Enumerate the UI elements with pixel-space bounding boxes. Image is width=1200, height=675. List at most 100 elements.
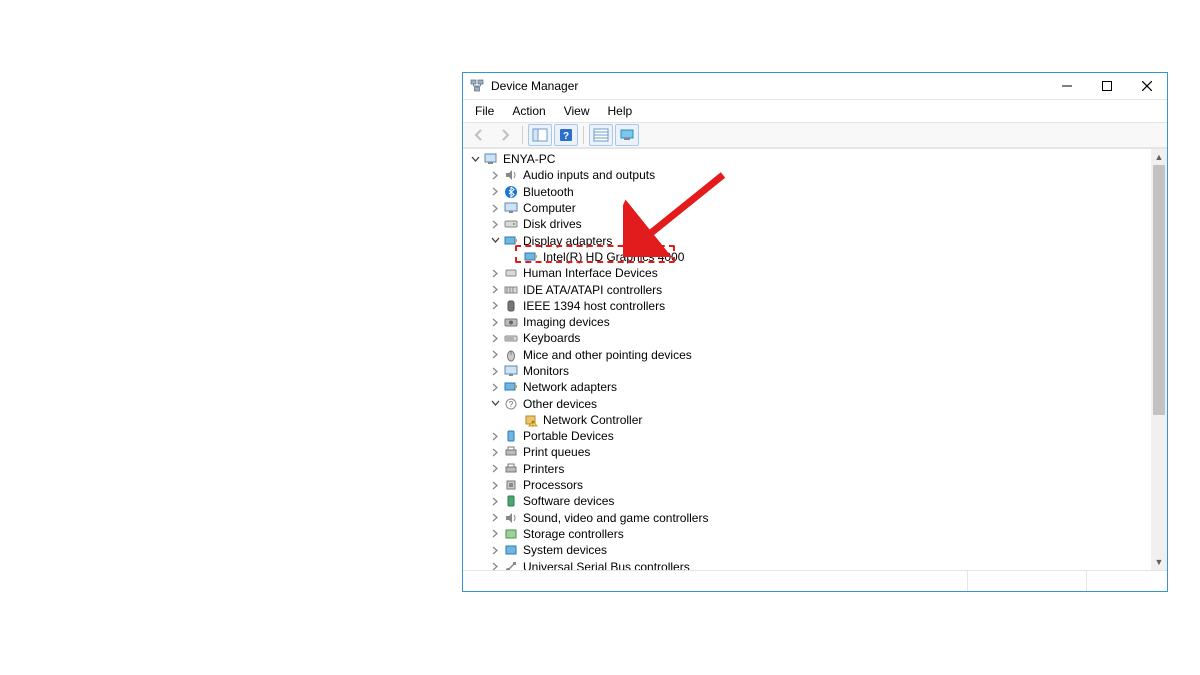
tree-item-processors[interactable]: Processors — [463, 477, 1151, 493]
tree-item-hid[interactable]: Human Interface Devices — [463, 265, 1151, 281]
chevron-right-icon[interactable] — [489, 495, 501, 507]
chevron-right-icon[interactable] — [489, 512, 501, 524]
chevron-right-icon[interactable] — [489, 202, 501, 214]
tree-item-portable-devices[interactable]: Portable Devices — [463, 428, 1151, 444]
tree-item-mice[interactable]: Mice and other pointing devices — [463, 347, 1151, 363]
chevron-right-icon[interactable] — [489, 381, 501, 393]
menu-file[interactable]: File — [467, 102, 502, 120]
chevron-right-icon[interactable] — [489, 544, 501, 556]
scan-hardware-button[interactable] — [615, 124, 639, 146]
tree-item-display-adapters[interactable]: Display adapters — [463, 232, 1151, 248]
warning-device-icon: ! — [523, 412, 539, 428]
tree-item-print-queues[interactable]: Print queues — [463, 444, 1151, 460]
window-controls — [1047, 73, 1167, 99]
close-button[interactable] — [1127, 73, 1167, 99]
chevron-right-icon[interactable] — [489, 218, 501, 230]
chevron-right-icon[interactable] — [489, 332, 501, 344]
tree-item-label: Other devices — [523, 397, 597, 411]
tree-item-disk-drives[interactable]: Disk drives — [463, 216, 1151, 232]
back-button[interactable] — [467, 124, 491, 146]
chevron-right-icon[interactable] — [489, 561, 501, 570]
tree-item-imaging[interactable]: Imaging devices — [463, 314, 1151, 330]
chevron-right-icon[interactable] — [489, 463, 501, 475]
tree-item-label: System devices — [523, 543, 607, 557]
status-cell — [968, 571, 1087, 591]
tree-item-label: Disk drives — [523, 217, 582, 231]
tree-item-computer[interactable]: Computer — [463, 200, 1151, 216]
tree-item-software-devices[interactable]: Software devices — [463, 493, 1151, 509]
tree-item-keyboards[interactable]: Keyboards — [463, 330, 1151, 346]
scroll-down-button[interactable]: ▼ — [1151, 554, 1167, 570]
chevron-right-icon[interactable] — [489, 284, 501, 296]
chevron-right-icon[interactable] — [489, 365, 501, 377]
tree-item-ide[interactable]: IDE ATA/ATAPI controllers — [463, 281, 1151, 297]
tree-item-other-devices[interactable]: ? Other devices — [463, 395, 1151, 411]
properties-button[interactable] — [589, 124, 613, 146]
tree-item-bluetooth[interactable]: Bluetooth — [463, 184, 1151, 200]
maximize-button[interactable] — [1087, 73, 1127, 99]
statusbar — [463, 570, 1167, 591]
tree-item-intel-hd-graphics[interactable]: Intel(R) HD Graphics 4000 — [463, 249, 1151, 265]
chevron-down-icon[interactable] — [469, 153, 481, 165]
svg-text:?: ? — [563, 131, 569, 142]
menu-view[interactable]: View — [556, 102, 598, 120]
chevron-right-icon[interactable] — [489, 300, 501, 312]
system-icon — [503, 542, 519, 558]
chevron-right-icon[interactable] — [489, 186, 501, 198]
tree-item-monitors[interactable]: Monitors — [463, 363, 1151, 379]
tree-item-storage[interactable]: Storage controllers — [463, 526, 1151, 542]
chevron-right-icon[interactable] — [489, 316, 501, 328]
chevron-right-icon[interactable] — [489, 446, 501, 458]
menu-help[interactable]: Help — [600, 102, 641, 120]
vertical-scrollbar[interactable]: ▲ ▼ — [1151, 149, 1167, 570]
scroll-thumb[interactable] — [1153, 165, 1165, 415]
help-button[interactable]: ? — [554, 124, 578, 146]
keyboard-icon — [503, 330, 519, 346]
tree-item-label: Human Interface Devices — [523, 266, 658, 280]
app-icon — [469, 78, 485, 94]
tree-item-label: Imaging devices — [523, 315, 610, 329]
content-area: ENYA-PC Audio inputs and outputs Bluetoo… — [463, 148, 1167, 570]
monitor-icon — [503, 363, 519, 379]
chevron-right-icon[interactable] — [489, 169, 501, 181]
display-adapter-icon — [503, 233, 519, 249]
cpu-icon — [503, 477, 519, 493]
tree-item-usb[interactable]: Universal Serial Bus controllers — [463, 558, 1151, 570]
software-icon — [503, 493, 519, 509]
chevron-right-icon[interactable] — [489, 528, 501, 540]
forward-button[interactable] — [493, 124, 517, 146]
show-hide-tree-button[interactable] — [528, 124, 552, 146]
chevron-right-icon[interactable] — [489, 430, 501, 442]
tree-item-label: Software devices — [523, 494, 614, 508]
tree-item-label: IEEE 1394 host controllers — [523, 299, 665, 313]
scroll-up-button[interactable]: ▲ — [1151, 149, 1167, 165]
chevron-right-icon[interactable] — [489, 267, 501, 279]
disk-icon — [503, 216, 519, 232]
status-cell — [1087, 571, 1167, 591]
tree-item-label: Storage controllers — [523, 527, 624, 541]
tree-item-label: Network adapters — [523, 380, 617, 394]
network-icon — [503, 379, 519, 395]
portable-device-icon — [503, 428, 519, 444]
tree-item-printers[interactable]: Printers — [463, 461, 1151, 477]
tree-item-network-controller[interactable]: ! Network Controller — [463, 412, 1151, 428]
camera-icon — [503, 314, 519, 330]
ide-icon — [503, 282, 519, 298]
tree-item-ieee1394[interactable]: IEEE 1394 host controllers — [463, 298, 1151, 314]
tree-item-sound[interactable]: Sound, video and game controllers — [463, 510, 1151, 526]
audio-icon — [503, 510, 519, 526]
tree-item-network-adapters[interactable]: Network adapters — [463, 379, 1151, 395]
window-title: Device Manager — [491, 79, 578, 93]
tree-item-audio[interactable]: Audio inputs and outputs — [463, 167, 1151, 183]
device-manager-window: Device Manager File Action View Help — [462, 72, 1168, 592]
device-tree[interactable]: ENYA-PC Audio inputs and outputs Bluetoo… — [463, 149, 1151, 570]
tree-item-label: Keyboards — [523, 331, 580, 345]
minimize-button[interactable] — [1047, 73, 1087, 99]
tree-item-system-devices[interactable]: System devices — [463, 542, 1151, 558]
chevron-right-icon[interactable] — [489, 349, 501, 361]
chevron-down-icon[interactable] — [489, 235, 501, 247]
menu-action[interactable]: Action — [504, 102, 553, 120]
chevron-down-icon[interactable] — [489, 398, 501, 410]
tree-root[interactable]: ENYA-PC — [463, 151, 1151, 167]
chevron-right-icon[interactable] — [489, 479, 501, 491]
